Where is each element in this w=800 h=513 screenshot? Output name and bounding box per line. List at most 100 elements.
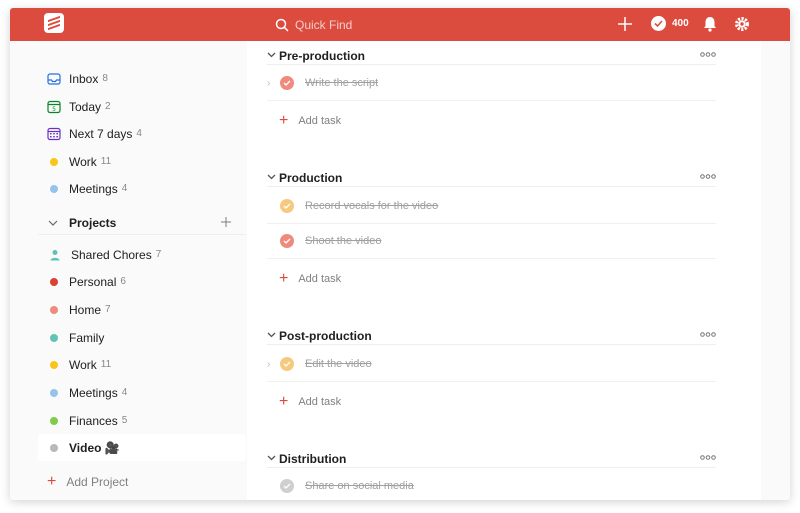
section-title: Post-production — [279, 328, 372, 343]
task-item[interactable]: Record vocals for the video — [267, 189, 716, 224]
project-item-personal[interactable]: Personal 6 — [38, 268, 246, 295]
chevron-right-icon[interactable]: › — [267, 359, 279, 370]
personal-dot-icon — [50, 277, 58, 286]
project-label: Personal — [69, 274, 117, 289]
sidebar-item-next-7-days[interactable]: Next 7 days 4 — [38, 120, 246, 147]
more-options-icon[interactable] — [700, 455, 716, 460]
add-task-button[interactable]: + Add task — [279, 269, 341, 289]
sidebar-item-label: Work — [69, 154, 97, 169]
project-label: Family — [69, 330, 105, 345]
home-dot-icon — [50, 305, 58, 314]
gear-icon[interactable] — [732, 14, 752, 34]
video-dot-icon — [50, 443, 58, 452]
task-checkbox[interactable] — [280, 357, 294, 371]
task-item[interactable]: › Edit the video — [267, 347, 716, 382]
work-dot-icon — [50, 360, 58, 369]
person-icon — [50, 249, 60, 260]
work-dot-icon — [50, 157, 58, 166]
task-text: Share on social media — [305, 480, 414, 492]
task-text: Shoot the video — [305, 235, 382, 247]
plus-icon: + — [279, 270, 289, 287]
sidebar-item-meetings[interactable]: Meetings 4 — [38, 175, 246, 202]
task-checkbox[interactable] — [280, 199, 294, 213]
chevron-down-icon[interactable] — [267, 172, 279, 183]
task-text: Record vocals for the video — [305, 200, 439, 212]
todoist-logo[interactable] — [44, 13, 64, 33]
sidebar: Inbox 8 5 Today 2 Next 7 days 4 Work 11 … — [38, 41, 246, 500]
chevron-down-icon[interactable] — [47, 217, 59, 229]
more-options-icon[interactable] — [700, 332, 716, 337]
add-project-button[interactable]: + Add Project — [38, 470, 128, 494]
sidebar-item-label: Next 7 days — [69, 126, 133, 141]
sidebar-item-work[interactable]: Work 11 — [38, 148, 246, 175]
more-options-icon[interactable] — [700, 52, 716, 57]
project-item-home[interactable]: Home 7 — [38, 296, 246, 323]
chevron-down-icon[interactable] — [267, 453, 279, 464]
task-checkbox[interactable] — [280, 76, 294, 90]
section-title: Production — [279, 170, 343, 185]
sidebar-item-label: Meetings — [69, 181, 118, 196]
task-item[interactable]: Shoot the video — [267, 224, 716, 259]
project-count: 7 — [105, 304, 111, 315]
projects-label: Projects — [69, 215, 117, 230]
karma-check-icon — [651, 16, 666, 31]
project-count: 4 — [121, 387, 128, 398]
chevron-down-icon[interactable] — [267, 50, 279, 61]
karma-button[interactable]: 400 — [651, 16, 689, 31]
task-item[interactable]: › Write the script — [267, 66, 716, 101]
search-icon — [275, 18, 289, 32]
sidebar-item-today[interactable]: 5 Today 2 — [38, 93, 246, 120]
section-header-pre-production[interactable]: Pre-production — [267, 47, 716, 65]
project-label: Video 🎥 — [69, 440, 120, 455]
project-item-shared-chores[interactable]: Shared Chores 7 — [38, 241, 246, 268]
projects-header[interactable]: Projects — [38, 211, 246, 235]
sidebar-item-label: Today — [69, 99, 102, 114]
sidebar-item-count: 11 — [100, 156, 112, 167]
more-options-icon[interactable] — [700, 174, 716, 179]
sidebar-item-label: Inbox — [69, 71, 99, 86]
chevron-down-icon[interactable] — [267, 330, 279, 341]
project-count: 11 — [100, 359, 112, 370]
bell-icon[interactable] — [700, 14, 720, 34]
task-checkbox[interactable] — [280, 479, 294, 493]
sidebar-item-count: 4 — [136, 128, 142, 139]
add-project-label: Add Project — [66, 475, 129, 489]
meetings-dot-icon — [50, 184, 58, 193]
project-item-finances[interactable]: Finances 5 — [38, 407, 246, 434]
chevron-right-icon[interactable]: › — [267, 78, 279, 89]
top-bar: Quick Find 400 — [10, 8, 790, 41]
calendar-week-icon — [47, 127, 61, 140]
meetings-dot-icon — [50, 388, 58, 397]
project-label: Finances — [69, 413, 118, 428]
sidebar-item-count: 8 — [102, 73, 108, 84]
add-task-label: Add task — [298, 396, 342, 408]
section-header-production[interactable]: Production — [267, 169, 716, 187]
add-task-label: Add task — [298, 115, 342, 127]
section-title: Distribution — [279, 451, 347, 466]
section-header-post-production[interactable]: Post-production — [267, 327, 716, 345]
project-item-meetings[interactable]: Meetings 4 — [38, 379, 246, 406]
task-text: Edit the video — [305, 358, 372, 370]
quick-find-search[interactable]: Quick Find — [275, 16, 352, 34]
section-header-distribution[interactable]: Distribution — [267, 450, 716, 468]
add-task-button[interactable]: + Add task — [279, 111, 341, 131]
task-text: Write the script — [305, 77, 379, 89]
project-item-video[interactable]: Video 🎥 — [38, 434, 246, 461]
project-item-family[interactable]: Family — [38, 324, 246, 351]
main-content: Pre-production › Write the script + Add … — [247, 41, 761, 500]
finances-dot-icon — [50, 416, 58, 425]
add-task-label: Add task — [298, 273, 342, 285]
project-label: Home — [69, 302, 102, 317]
app-window: Quick Find 400 Inbox 8 5 Today 2 Next 7 … — [10, 8, 790, 500]
search-input[interactable]: Quick Find — [295, 18, 352, 32]
add-task-icon[interactable] — [615, 14, 635, 34]
inbox-icon — [47, 72, 61, 85]
sidebar-item-inbox[interactable]: Inbox 8 — [38, 65, 246, 92]
project-count: 7 — [155, 249, 162, 260]
project-item-work[interactable]: Work 11 — [38, 351, 246, 378]
task-checkbox[interactable] — [280, 234, 294, 248]
plus-icon: + — [279, 393, 289, 410]
add-project-plus-icon[interactable] — [220, 216, 232, 228]
task-item[interactable]: Share on social media — [267, 469, 716, 500]
add-task-button[interactable]: + Add task — [279, 392, 341, 412]
